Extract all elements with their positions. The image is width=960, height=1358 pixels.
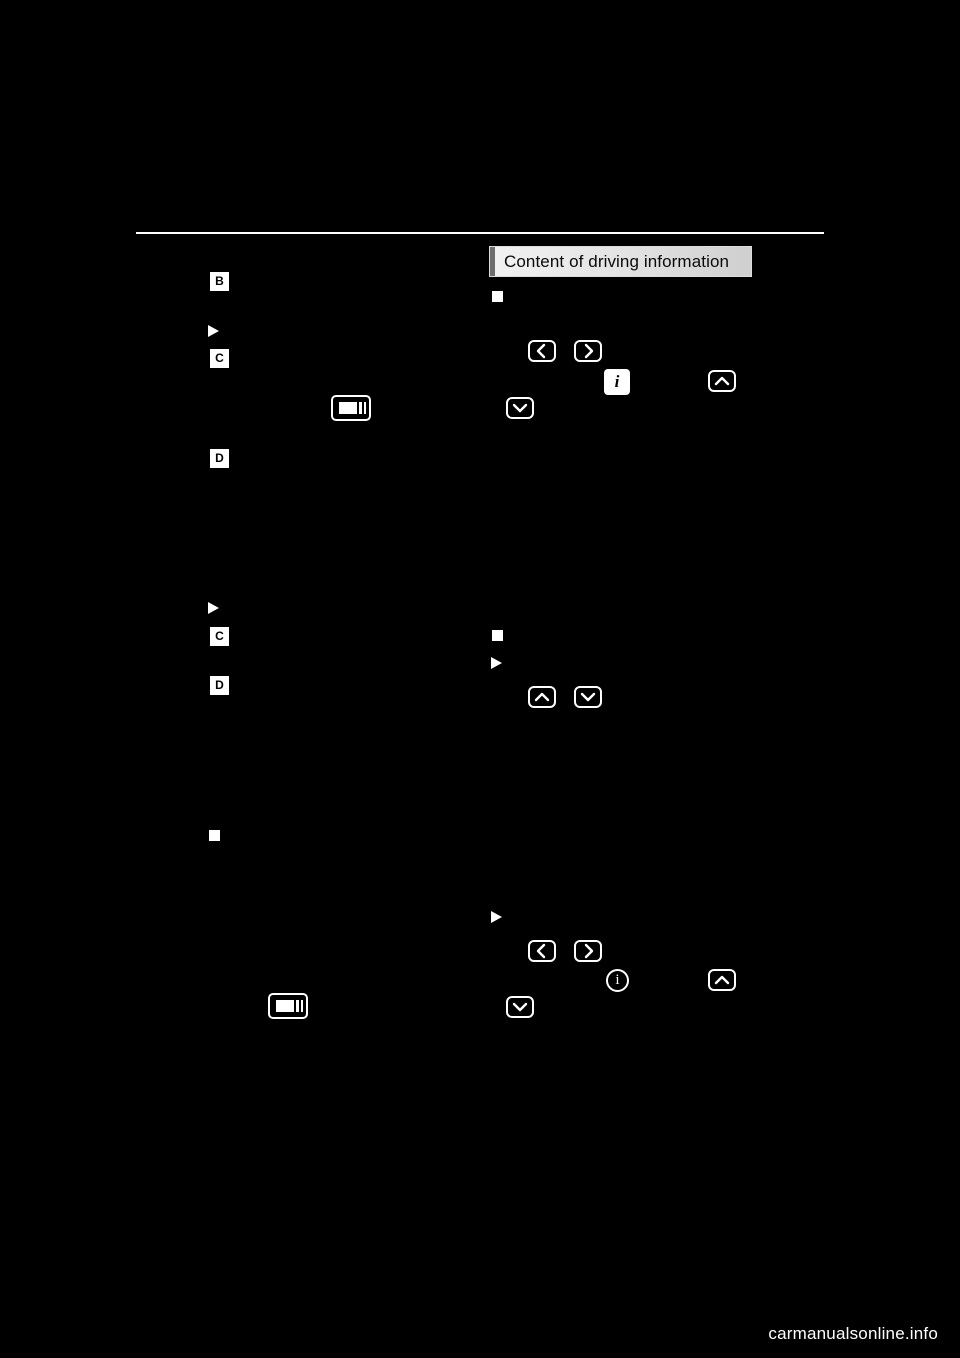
- footer-watermark: carmanualsonline.info: [768, 1324, 938, 1343]
- left-chevron-key[interactable]: [528, 940, 556, 962]
- right-chevron-key[interactable]: [574, 340, 602, 362]
- down-chevron-key[interactable]: [506, 996, 534, 1018]
- square-bullet-right-top: [492, 291, 503, 302]
- callout-c-upper: C: [210, 349, 229, 368]
- layers-icon-upper: [331, 395, 371, 421]
- header-rule: [136, 232, 824, 234]
- callout-b-top: B: [210, 272, 229, 291]
- square-bullet-left: [209, 830, 220, 841]
- info-key-filled[interactable]: i: [604, 369, 630, 395]
- down-chevron-key[interactable]: [506, 397, 534, 419]
- square-bullet-right-middle: [492, 630, 503, 641]
- up-chevron-key[interactable]: [708, 969, 736, 991]
- section-title: Content of driving information: [504, 252, 730, 271]
- callout-d-lower: D: [210, 676, 229, 695]
- document-page: B C D C D Content of driving information: [0, 0, 960, 1358]
- triangle-bullet-right-middle: [491, 657, 502, 669]
- callout-d-upper: D: [210, 449, 229, 468]
- callout-c-lower: C: [210, 627, 229, 646]
- right-chevron-key[interactable]: [574, 940, 602, 962]
- triangle-bullet-lower: [208, 602, 219, 614]
- down-chevron-key[interactable]: [574, 686, 602, 708]
- triangle-bullet-right-bottom: [491, 911, 502, 923]
- section-heading-bar: Content of driving information: [489, 246, 752, 277]
- triangle-bullet-upper: [208, 325, 219, 337]
- layers-icon-lower: [268, 993, 308, 1019]
- section-accent-bar: [490, 247, 495, 276]
- up-chevron-key[interactable]: [708, 370, 736, 392]
- up-chevron-key[interactable]: [528, 686, 556, 708]
- left-chevron-key[interactable]: [528, 340, 556, 362]
- info-key-circle[interactable]: i: [606, 969, 629, 992]
